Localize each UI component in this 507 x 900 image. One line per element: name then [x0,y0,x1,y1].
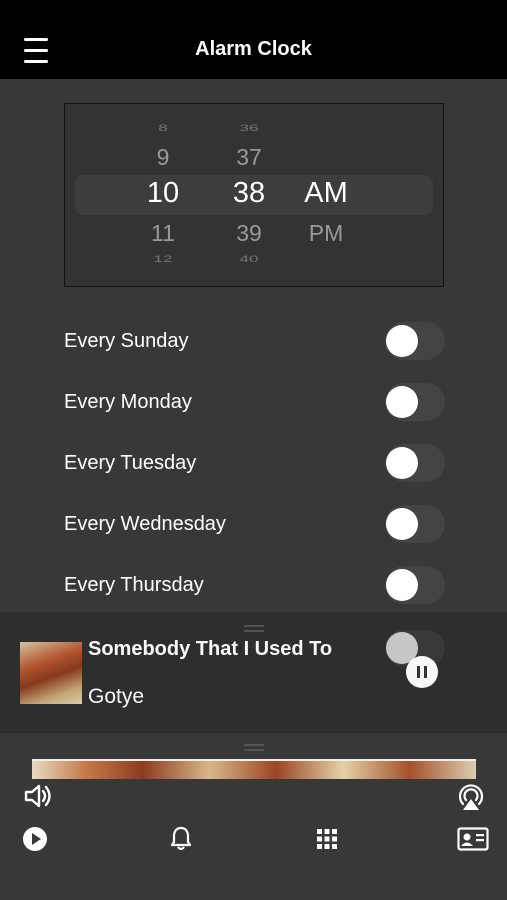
album-cover-preview[interactable] [32,759,476,779]
repeat-row-sunday: Every Sunday [64,322,448,362]
toggle-knob [386,569,418,601]
pause-icon-bar [424,666,427,678]
repeat-label: Every Monday [64,391,192,413]
bottom-panel [0,733,507,900]
album-artwork[interactable] [20,642,82,704]
hour-option[interactable]: 11 [135,220,191,247]
speaker-volume-icon[interactable] [24,782,54,810]
play-icon[interactable] [22,826,48,852]
repeat-row-monday: Every Monday [64,383,448,423]
toggle-knob [386,386,418,418]
repeat-row-thursday: Every Thursday [64,566,448,606]
ampm-wheel[interactable]: AM PM [291,104,361,286]
toggle-knob [386,447,418,479]
hour-option[interactable]: 12 [135,254,191,265]
hour-option[interactable]: 8 [135,123,191,134]
repeat-row-wednesday: Every Wednesday [64,505,448,545]
minute-option[interactable]: 40 [221,254,277,265]
period-option[interactable]: PM [291,220,361,247]
bell-icon[interactable] [170,826,192,852]
minute-option[interactable]: 39 [221,220,277,247]
minute-option[interactable]: 37 [221,144,277,171]
time-picker[interactable]: 8 9 10 11 12 36 37 38 39 40 AM PM [64,103,444,287]
repeat-label: Every Wednesday [64,513,226,535]
pause-button[interactable] [406,656,438,688]
repeat-toggle-wednesday[interactable] [385,505,445,543]
minute-wheel[interactable]: 36 37 38 39 40 [221,104,277,286]
minute-option[interactable]: 36 [221,123,277,134]
repeat-toggle-thursday[interactable] [385,566,445,604]
repeat-toggle-monday[interactable] [385,383,445,421]
repeat-toggle-tuesday[interactable] [385,444,445,482]
repeat-row-tuesday: Every Tuesday [64,444,448,484]
airplay-icon[interactable] [455,780,487,812]
toggle-knob [386,508,418,540]
hour-option-selected[interactable]: 10 [135,177,191,210]
track-artist: Gotye [88,685,145,708]
hour-option[interactable]: 9 [135,144,191,171]
page-title: Alarm Clock [195,38,312,60]
period-option-selected[interactable]: AM [291,177,361,210]
repeat-label: Every Sunday [64,330,189,352]
toggle-knob [386,325,418,357]
repeat-toggle-sunday[interactable] [385,322,445,360]
now-playing-bar[interactable]: Somebody That I Used To Gotye [0,612,507,733]
drag-handle[interactable] [244,744,264,751]
grid-icon[interactable] [316,828,338,850]
drag-handle[interactable] [244,625,264,632]
minute-option-selected[interactable]: 38 [221,177,277,210]
track-title: Somebody That I Used To [88,638,333,660]
contact-card-icon[interactable] [457,827,489,851]
top-bar: Alarm Clock [0,0,507,79]
pause-icon [417,666,420,678]
hour-wheel[interactable]: 8 9 10 11 12 [135,104,191,286]
repeat-label: Every Tuesday [64,452,197,474]
repeat-label: Every Thursday [64,574,204,596]
